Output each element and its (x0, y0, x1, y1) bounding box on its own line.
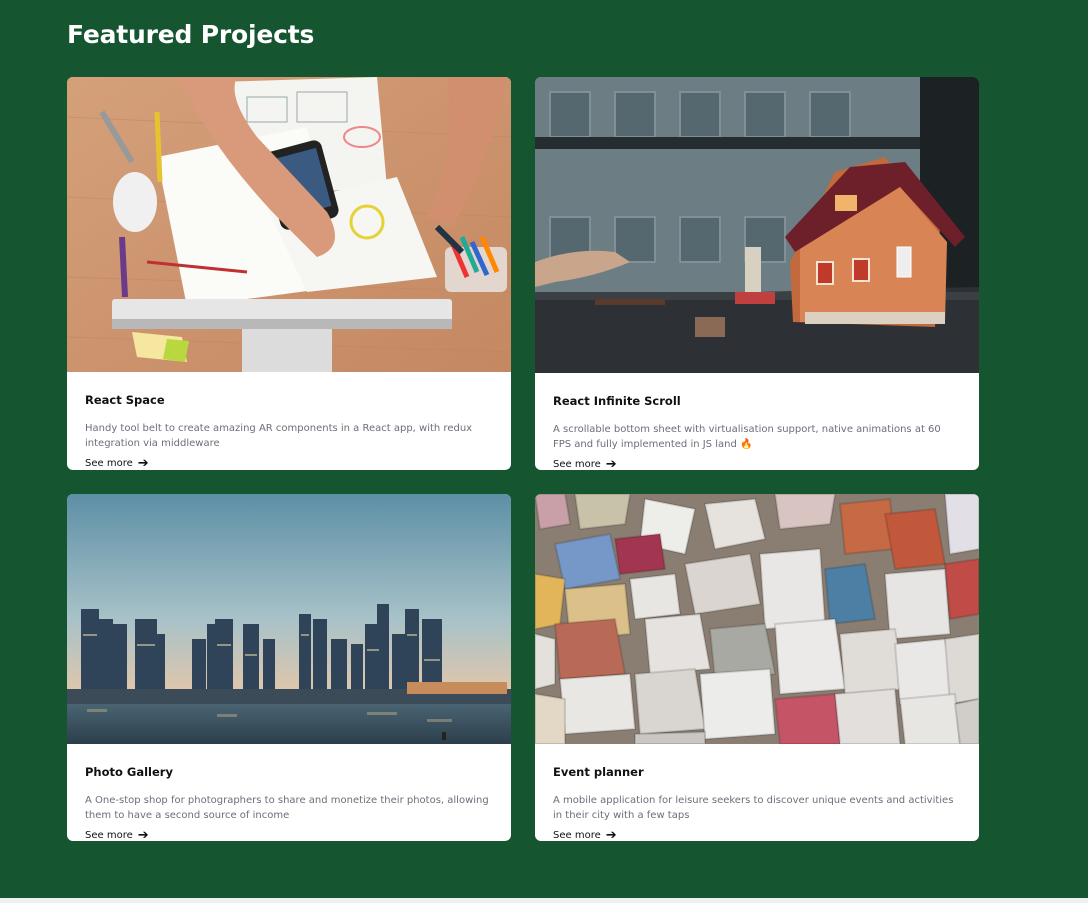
arrow-right-icon: ➔ (605, 827, 617, 842)
section-title: Featured Projects (67, 20, 315, 49)
project-title: Event planner (553, 765, 644, 779)
project-description: A One-stop shop for photographers to sha… (85, 795, 489, 821)
see-more-label: See more (85, 830, 133, 841)
arrow-right-icon: ➔ (137, 827, 149, 842)
page-bottom-border (0, 898, 1088, 903)
project-description: Handy tool belt to create amazing AR com… (85, 423, 473, 449)
project-title: React Infinite Scroll (553, 394, 681, 408)
project-card-react-infinite-scroll[interactable]: React Infinite Scroll A scrollable botto… (535, 77, 979, 470)
see-more-link[interactable]: See more ➔ (553, 456, 617, 471)
project-card-event-planner[interactable]: Event planner A mobile application for l… (535, 494, 979, 841)
arrow-right-icon: ➔ (605, 456, 617, 471)
project-description: A mobile application for leisure seekers… (553, 795, 954, 821)
project-image-city-skyline (67, 494, 511, 744)
see-more-link[interactable]: See more ➔ (85, 827, 149, 842)
see-more-label: See more (553, 830, 601, 841)
see-more-label: See more (85, 458, 133, 469)
project-image-dollhouse (535, 77, 979, 373)
see-more-label: See more (553, 459, 601, 470)
project-title: React Space (85, 393, 165, 407)
see-more-link[interactable]: See more ➔ (85, 455, 149, 470)
project-title: Photo Gallery (85, 765, 173, 779)
project-card-photo-gallery[interactable]: Photo Gallery A One-stop shop for photog… (67, 494, 511, 841)
arrow-right-icon: ➔ (137, 455, 149, 470)
project-image-colored-stones (535, 494, 979, 744)
project-description: A scrollable bottom sheet with virtualis… (553, 424, 941, 450)
project-card-react-space[interactable]: React Space Handy tool belt to create am… (67, 77, 511, 470)
see-more-link[interactable]: See more ➔ (553, 827, 617, 842)
project-image-desk-workspace (67, 77, 511, 372)
